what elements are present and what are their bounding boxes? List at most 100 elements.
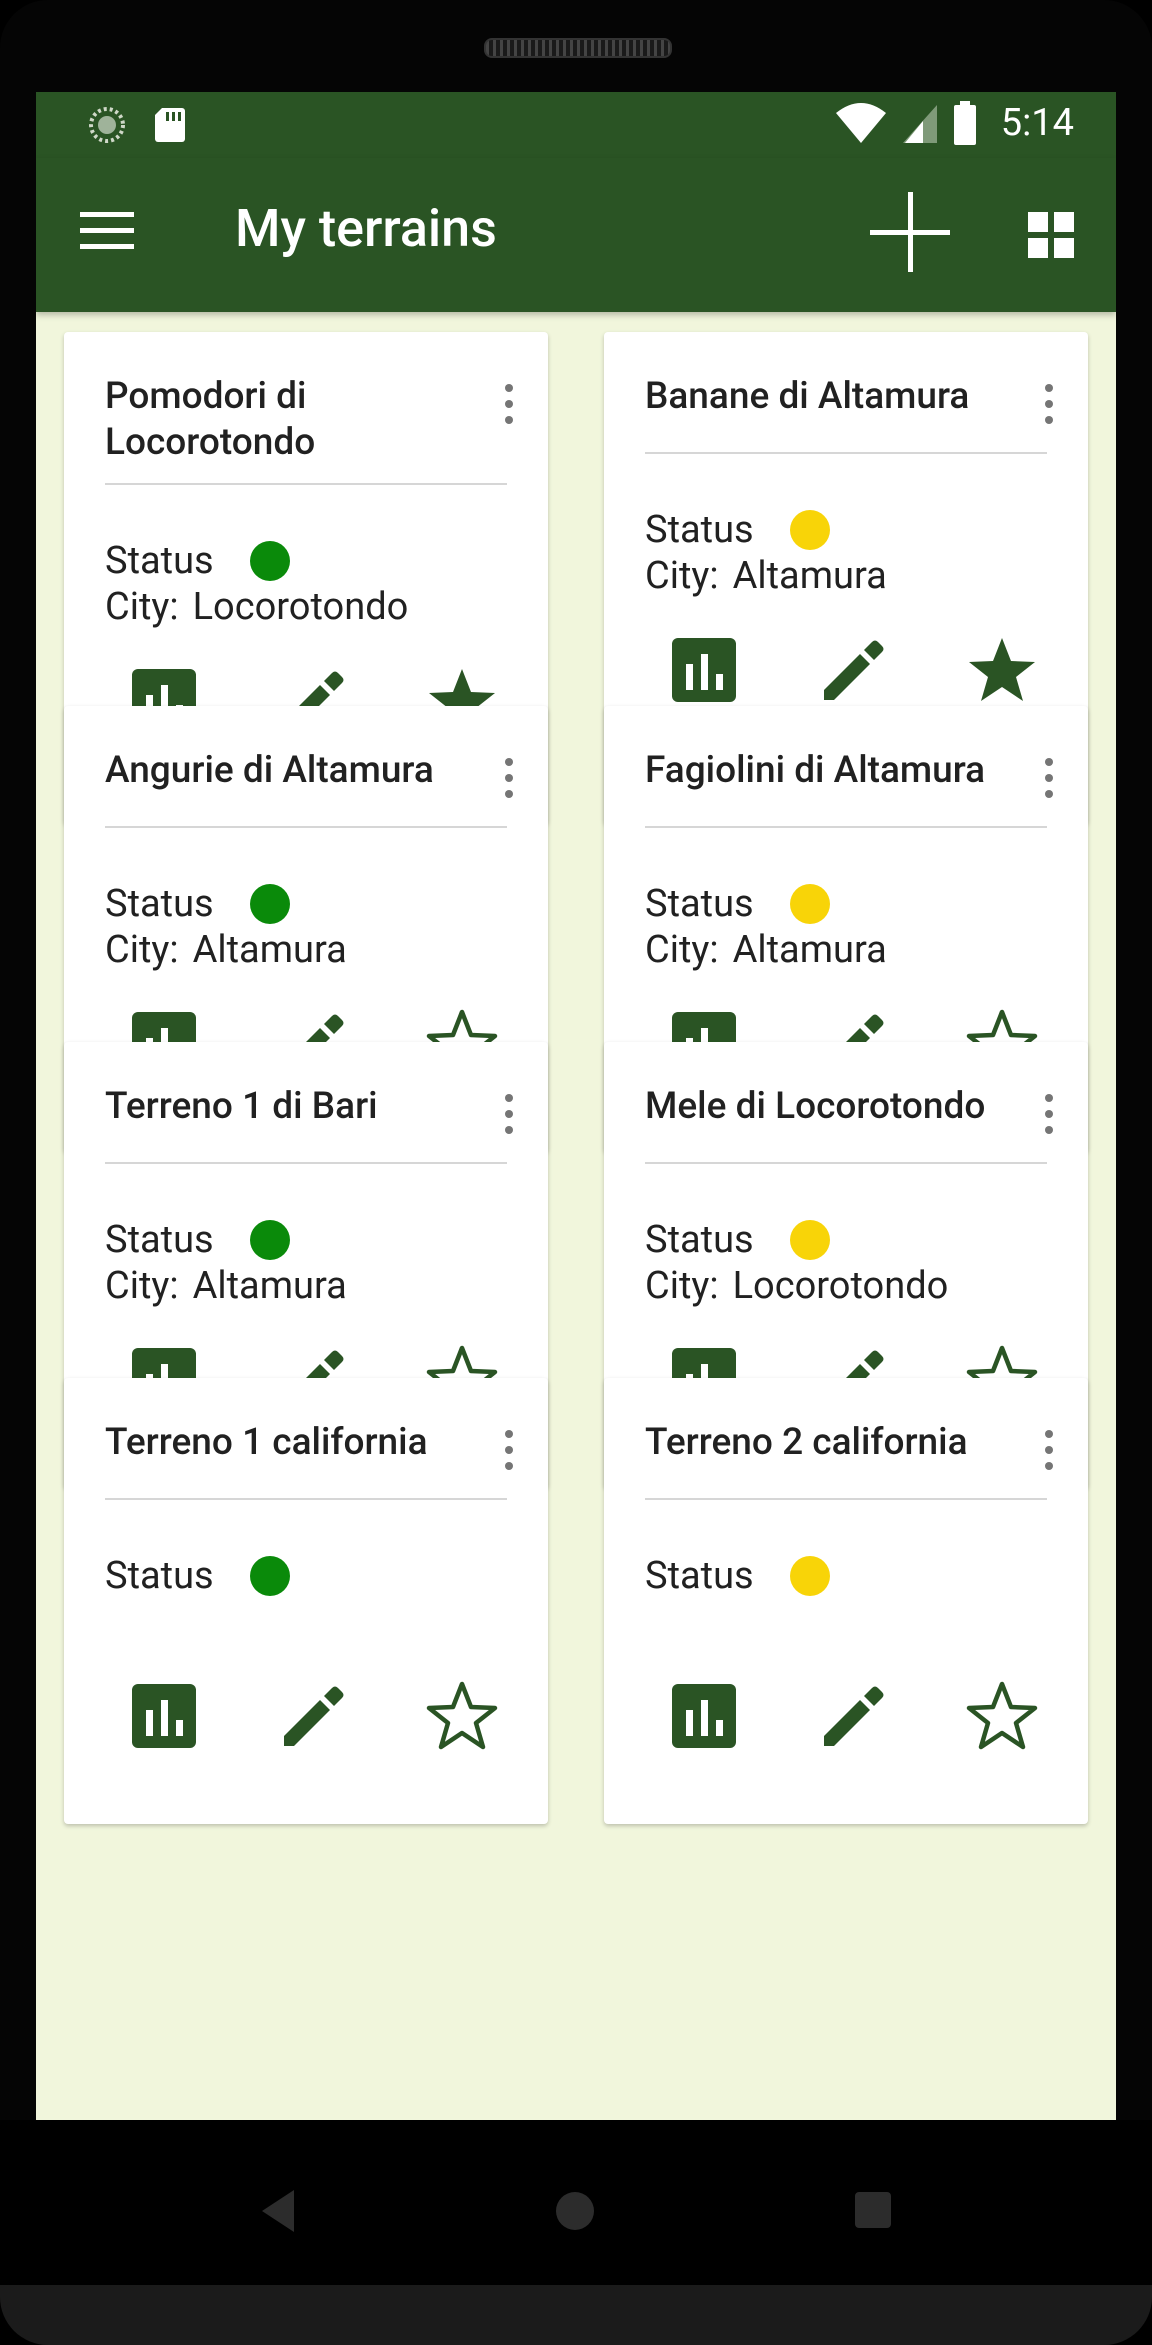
status-row: Status	[645, 882, 830, 926]
stats-button[interactable]	[128, 1680, 200, 1752]
pencil-icon	[276, 1686, 348, 1756]
status-label: Status	[105, 1218, 214, 1262]
city-label: City:	[645, 1264, 719, 1308]
pencil-icon	[816, 1686, 888, 1756]
stats-button[interactable]	[668, 1680, 740, 1752]
terrain-card[interactable]: Terreno 1 california Status	[64, 1378, 548, 1824]
overflow-dot	[505, 1462, 513, 1470]
city-row: City: Locorotondo	[105, 585, 408, 629]
app-bar: My terrains	[36, 158, 1116, 312]
status-label: Status	[645, 1218, 754, 1262]
overflow-dot	[505, 1110, 513, 1118]
terrain-title: Banane di Altamura	[645, 375, 970, 418]
terrain-title: Terreno 1 di Bari	[105, 1085, 378, 1128]
card-overflow-menu[interactable]	[500, 1430, 518, 1476]
overflow-dot	[505, 1126, 513, 1134]
status-bar: 5:14	[36, 92, 1116, 158]
favorite-button[interactable]	[966, 1680, 1038, 1752]
status-row: Status	[105, 882, 290, 926]
status-row: Status	[645, 1218, 830, 1262]
city-row: City: Altamura	[105, 928, 347, 972]
card-overflow-menu[interactable]	[1040, 1094, 1058, 1140]
star-icon	[966, 1681, 1038, 1756]
city-value: Altamura	[192, 928, 347, 972]
card-overflow-menu[interactable]	[1040, 758, 1058, 804]
status-label: Status	[105, 539, 214, 583]
edit-button[interactable]	[276, 1680, 348, 1752]
overflow-dot	[505, 1094, 513, 1102]
card-overflow-menu[interactable]	[500, 758, 518, 804]
sd-card-icon	[155, 108, 185, 142]
city-value: Locorotondo	[192, 585, 409, 629]
status-indicator	[789, 1556, 830, 1596]
overflow-dot	[1045, 758, 1053, 766]
plus-icon	[870, 192, 950, 272]
city-label: City:	[105, 928, 179, 972]
overflow-dot	[505, 1430, 513, 1438]
card-actions	[604, 1680, 1088, 1760]
card-overflow-menu[interactable]	[500, 384, 518, 430]
card-divider	[645, 826, 1047, 828]
card-overflow-menu[interactable]	[1040, 1430, 1058, 1476]
phone-frame: 5:14 My terrains Pomodori di Locorotondo…	[0, 0, 1152, 2345]
stats-button[interactable]	[668, 634, 740, 706]
status-indicator	[249, 1556, 290, 1596]
terrain-grid: Pomodori di Locorotondo Status City: Loco…	[36, 312, 1116, 2120]
app-screen: 5:14 My terrains Pomodori di Locorotondo…	[36, 92, 1116, 2120]
home-button[interactable]	[556, 2192, 594, 2230]
overflow-dot	[505, 774, 513, 782]
card-divider	[645, 452, 1047, 454]
status-label: Status	[105, 1554, 214, 1598]
overflow-dot	[1045, 416, 1053, 424]
status-indicator	[249, 884, 290, 924]
edit-button[interactable]	[816, 1680, 888, 1752]
status-row: Status	[105, 539, 290, 583]
status-indicator	[249, 1220, 290, 1260]
edit-button[interactable]	[816, 634, 888, 706]
status-label: Status	[645, 1554, 754, 1598]
speaker-grille	[484, 38, 672, 58]
status-indicator	[789, 1220, 830, 1260]
card-divider	[645, 1498, 1047, 1500]
city-row: City: Altamura	[645, 554, 887, 598]
overflow-dot	[1045, 400, 1053, 408]
star-icon	[426, 1681, 498, 1756]
card-divider	[105, 1498, 507, 1500]
terrain-title: Terreno 2 california	[645, 1421, 968, 1464]
city-value: Locorotondo	[732, 1264, 949, 1308]
favorite-button[interactable]	[966, 634, 1038, 706]
status-label: Status	[645, 508, 754, 552]
bar-chart-icon	[668, 1684, 740, 1756]
grid-view-icon	[1028, 212, 1074, 258]
add-terrain-button[interactable]	[864, 186, 956, 278]
card-actions	[604, 634, 1088, 714]
card-overflow-menu[interactable]	[1040, 384, 1058, 430]
recents-button[interactable]	[855, 2192, 891, 2228]
card-divider	[105, 826, 507, 828]
status-indicator	[249, 541, 290, 581]
status-row: Status	[645, 508, 830, 552]
wifi-icon	[835, 103, 886, 143]
overflow-dot	[1045, 774, 1053, 782]
overflow-dot	[1045, 384, 1053, 392]
bar-chart-icon	[128, 1684, 200, 1756]
terrain-title: Mele di Locorotondo	[645, 1085, 986, 1128]
overflow-dot	[1045, 1126, 1053, 1134]
overflow-dot	[1045, 1094, 1053, 1102]
overflow-dot	[1045, 1110, 1053, 1118]
grid-view-button[interactable]	[1026, 210, 1078, 262]
back-icon[interactable]	[258, 2186, 298, 2236]
terrain-card[interactable]: Terreno 2 california Status	[604, 1378, 1088, 1824]
favorite-button[interactable]	[426, 1680, 498, 1752]
city-label: City:	[105, 585, 179, 629]
overflow-dot	[1045, 1430, 1053, 1438]
city-row: City: Locorotondo	[645, 1264, 948, 1308]
status-indicator	[789, 884, 830, 924]
city-row: City: Altamura	[645, 928, 887, 972]
card-overflow-menu[interactable]	[500, 1094, 518, 1140]
city-label: City:	[105, 1264, 179, 1308]
status-time: 5:14	[1000, 101, 1074, 145]
card-divider	[645, 1162, 1047, 1164]
card-divider	[105, 483, 507, 485]
menu-button[interactable]	[80, 206, 134, 260]
